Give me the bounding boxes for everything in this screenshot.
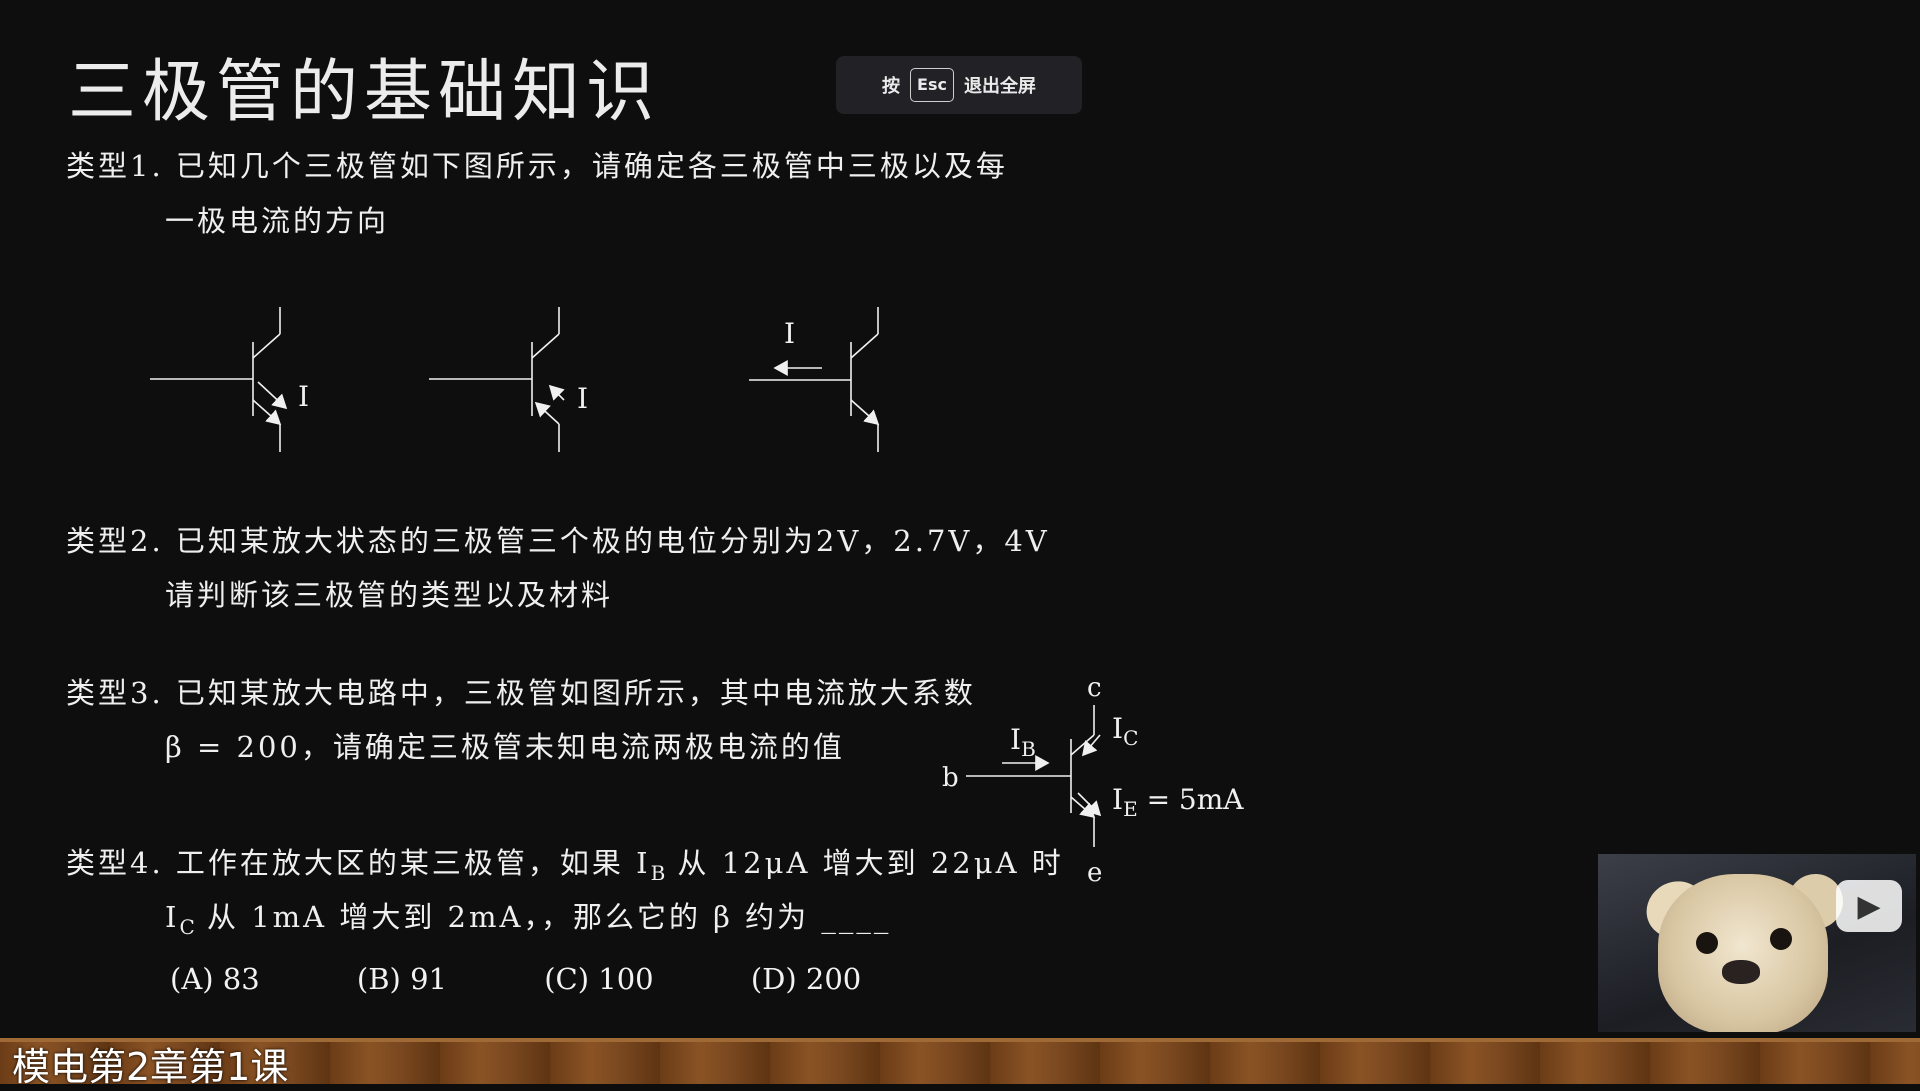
option-a: (A) 83 <box>170 962 260 996</box>
ic-label: IC <box>1112 712 1138 750</box>
ie-label: IE = 5mA <box>1112 783 1244 821</box>
ie-subscript: E <box>1123 797 1138 821</box>
q4-line2-subscript: C <box>179 915 195 939</box>
emitter-label: e <box>1087 858 1102 885</box>
q4-line1-text-a: 类型4. 工作在放大区的某三极管，如果 I <box>66 846 651 880</box>
question-4-line2: IC 从 1mA 增大到 2mA，，那么它的 β 约为 ____ <box>165 894 891 939</box>
q4-line1-subscript: B <box>650 861 666 885</box>
q4-line2-text-a: I <box>165 900 180 934</box>
ic-symbol: I <box>1112 712 1123 745</box>
hint-suffix: 退出全屏 <box>963 76 1036 97</box>
question-3-line2: β = 200，请确定三极管未知电流两极电流的值 <box>165 730 845 764</box>
question-3-line1: 类型3. 已知某放大电路中，三极管如图所示，其中电流放大系数 <box>66 676 976 710</box>
transistor-3-current-label: I <box>784 317 795 350</box>
ie-value: = 5mA <box>1138 783 1245 816</box>
play-icon[interactable]: ▶ <box>1836 880 1902 932</box>
question-1-line1: 类型1. 已知几个三极管如下图所示，请确定各三极管中三极以及每 <box>66 149 1008 183</box>
question-2-line1: 类型2. 已知某放大状态的三极管三个极的电位分别为2V，2.7V，4V <box>66 524 1050 558</box>
question-1-line2: 一极电流的方向 <box>165 204 390 238</box>
exit-fullscreen-hint[interactable]: 按 Esc 退出全屏 <box>836 56 1082 114</box>
dog-eye-left <box>1696 932 1718 954</box>
collector-label: c <box>1087 673 1102 703</box>
ib-subscript: B <box>1021 737 1036 761</box>
dog-eye-right <box>1770 928 1792 950</box>
q4-line2-text-b: 从 1mA 增大到 2mA，，那么它的 β 约为 ____ <box>194 900 892 934</box>
webcam-pip[interactable]: ▶ <box>1598 854 1916 1032</box>
question-4-line1: 类型4. 工作在放大区的某三极管，如果 IB 从 12μA 增大到 22μA 时 <box>66 840 1064 885</box>
transistor-2 <box>429 307 565 452</box>
question-2-line2: 请判断该三极管的类型以及材料 <box>165 578 614 612</box>
option-b: (B) 91 <box>356 962 447 996</box>
transistor-1 <box>150 307 288 452</box>
slide: 三极管的基础知识 按 Esc 退出全屏 类型1. 已知几个三极管如下图所示，请确… <box>0 0 1920 1038</box>
transistor-2-current-label: I <box>577 382 588 415</box>
q1-transistor-diagrams: I I I <box>150 307 880 452</box>
dog-nose <box>1722 960 1760 984</box>
ib-symbol: I <box>1010 723 1021 756</box>
answer-options: (A) 83 (B) 91 (C) 100 (D) 200 <box>170 962 949 996</box>
ie-symbol: I <box>1112 783 1123 816</box>
page-title: 三极管的基础知识 <box>68 53 661 132</box>
option-d: (D) 200 <box>750 962 862 996</box>
option-c: (C) 100 <box>544 962 654 996</box>
q4-line1-text-b: 从 12μA 增大到 22μA 时 <box>665 846 1064 880</box>
course-title: 模电第2章第1课 <box>12 1045 289 1089</box>
transistor-3 <box>749 307 880 452</box>
esc-key: Esc <box>910 68 954 102</box>
dog-head <box>1658 874 1828 1032</box>
ic-subscript: C <box>1123 726 1138 750</box>
transistor-1-current-label: I <box>298 380 309 413</box>
ib-label: IB <box>1010 723 1036 761</box>
base-label: b <box>942 763 959 793</box>
hint-prefix: 按 <box>882 76 901 97</box>
